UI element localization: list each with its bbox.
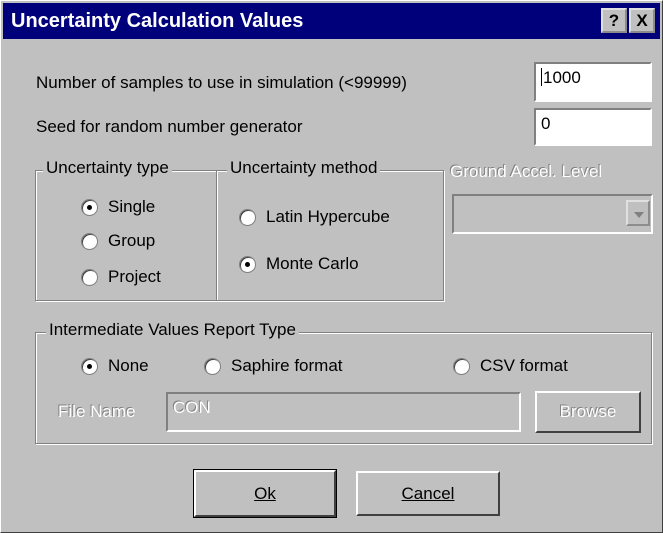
- radio-latin-hypercube-label: Latin Hypercube: [266, 207, 390, 226]
- radio-monte-carlo[interactable]: Monte Carlo: [239, 253, 359, 275]
- radio-saphire-format[interactable]: Saphire format: [204, 355, 343, 377]
- file-name-input[interactable]: CON: [166, 392, 521, 432]
- window-title: Uncertainty Calculation Values: [11, 10, 304, 32]
- help-button[interactable]: ?: [601, 8, 627, 33]
- radio-monte-carlo-label: Monte Carlo: [266, 254, 359, 273]
- radio-none-label: None: [108, 356, 149, 375]
- radio-unselected-icon: [453, 357, 470, 375]
- radio-csv-format[interactable]: CSV format: [453, 355, 568, 377]
- radio-unselected-icon: [204, 357, 221, 375]
- radio-selected-icon: [81, 357, 98, 375]
- chevron-down-icon[interactable]: [626, 200, 650, 226]
- radio-csv-format-label: CSV format: [480, 356, 568, 375]
- uncertainty-method-legend: Uncertainty method: [227, 158, 381, 178]
- samples-input[interactable]: 1000: [534, 62, 652, 102]
- ground-accel-combobox[interactable]: [452, 194, 653, 234]
- ok-button-label: Ok: [254, 484, 276, 503]
- ok-button[interactable]: Ok: [193, 469, 337, 518]
- file-name-value: CON: [173, 398, 211, 417]
- seed-label: Seed for random number generator: [36, 117, 303, 136]
- seed-value: 0: [541, 114, 551, 133]
- browse-button[interactable]: Browse: [535, 391, 641, 433]
- radio-single-label: Single: [108, 197, 156, 216]
- ground-accel-label: Ground Accel. Level: [450, 162, 603, 182]
- file-name-label: File Name: [58, 402, 136, 421]
- radio-none[interactable]: None: [81, 355, 149, 377]
- radio-selected-icon: [239, 255, 256, 273]
- cancel-button-label: Cancel: [401, 484, 455, 503]
- radio-project[interactable]: Project: [81, 266, 161, 288]
- radio-latin-hypercube[interactable]: Latin Hypercube: [239, 206, 390, 228]
- title-bar[interactable]: Uncertainty Calculation Values ? X: [3, 3, 660, 39]
- uncertainty-type-legend: Uncertainty type: [43, 158, 172, 178]
- radio-saphire-format-label: Saphire format: [231, 356, 343, 375]
- cancel-button[interactable]: Cancel: [356, 471, 500, 516]
- seed-input[interactable]: 0: [534, 108, 652, 146]
- radio-unselected-icon: [81, 232, 98, 250]
- report-type-legend: Intermediate Values Report Type: [46, 320, 299, 340]
- radio-group-label: Group: [108, 231, 156, 250]
- uncertainty-method-group: [216, 170, 444, 301]
- radio-selected-icon: [81, 198, 98, 216]
- radio-unselected-icon: [81, 268, 98, 286]
- radio-group[interactable]: Group: [81, 230, 155, 252]
- uncertainty-dialog: Uncertainty Calculation Values ? X Numbe…: [0, 0, 663, 533]
- text-caret: [541, 68, 542, 86]
- radio-unselected-icon: [239, 208, 256, 226]
- samples-value: 1000: [543, 68, 581, 87]
- close-button[interactable]: X: [629, 8, 655, 33]
- radio-project-label: Project: [108, 267, 161, 286]
- radio-single[interactable]: Single: [81, 196, 155, 218]
- samples-label: Number of samples to use in simulation (…: [36, 73, 407, 92]
